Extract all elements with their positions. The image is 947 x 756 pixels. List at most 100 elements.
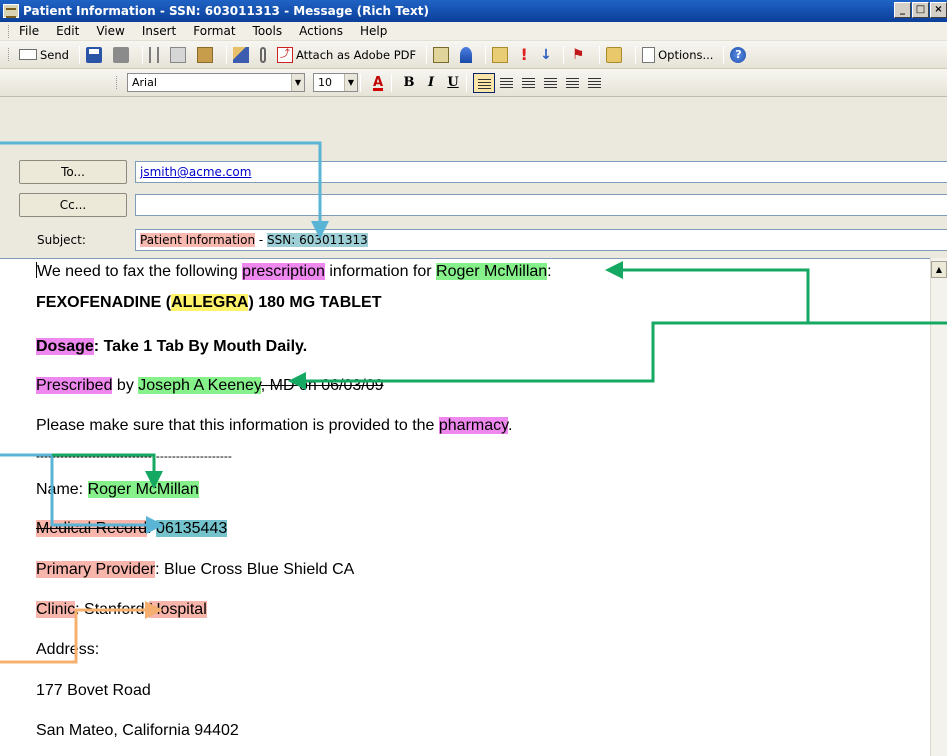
- to-button[interactable]: To...: [19, 160, 127, 184]
- send-button[interactable]: Send: [19, 48, 69, 62]
- body-text: by: [112, 377, 139, 394]
- paste-button[interactable]: [196, 46, 216, 63]
- importance-high-button[interactable]: !: [519, 46, 532, 63]
- body-text: FEXOFENADINE (: [36, 294, 172, 311]
- printer-icon: [112, 46, 129, 63]
- copy-button[interactable]: [169, 46, 189, 63]
- highlight-medical-record-number: 06135443: [156, 520, 228, 537]
- body-text: ) 180 MG TABLET: [248, 294, 382, 311]
- window-controls: _ □ ×: [893, 2, 947, 18]
- move-folder-button[interactable]: [606, 46, 625, 63]
- menu-help[interactable]: Help: [360, 24, 387, 38]
- cc-button[interactable]: Cc...: [19, 193, 127, 217]
- maximize-button[interactable]: □: [912, 2, 929, 18]
- menu-insert[interactable]: Insert: [142, 24, 176, 38]
- message-body[interactable]: We need to fax the following prescriptio…: [0, 258, 930, 756]
- toolbar-separator: [466, 73, 467, 92]
- increase-indent-button[interactable]: [583, 73, 605, 93]
- subject-field[interactable]: Patient Information - SSN: 603011313: [135, 229, 947, 251]
- font-size-select[interactable]: 10 ▼: [313, 73, 358, 92]
- flag-button[interactable]: ⚑: [570, 47, 589, 63]
- low-importance-icon: ↓: [540, 46, 552, 63]
- toolbar-separator: [391, 73, 392, 92]
- body-text: :: [147, 520, 157, 537]
- menu-file[interactable]: File: [19, 24, 39, 38]
- check-names-button[interactable]: [460, 46, 475, 63]
- print-button[interactable]: [112, 46, 132, 63]
- menu-grip[interactable]: [8, 24, 11, 38]
- font-name-select[interactable]: Arial ▼: [127, 73, 305, 92]
- chevron-down-icon[interactable]: ▼: [291, 74, 304, 91]
- menu-view[interactable]: View: [96, 24, 124, 38]
- subject-highlight-title: Patient Information: [140, 233, 256, 247]
- to-field[interactable]: jsmith@acme.com: [135, 161, 947, 183]
- menu-actions[interactable]: Actions: [299, 24, 343, 38]
- save-icon: [85, 46, 102, 63]
- bullets-button[interactable]: [539, 73, 561, 93]
- cc-field[interactable]: [135, 194, 947, 216]
- toolbar-separator: [599, 45, 601, 64]
- body-line-prescriber: Prescribed by Joseph A Keeney, MD on 06/…: [36, 377, 384, 395]
- italic-button[interactable]: I: [420, 73, 442, 93]
- toolbar-separator: [225, 45, 227, 64]
- body-text: Please make sure that this information i…: [36, 417, 439, 434]
- save-button[interactable]: [85, 46, 105, 63]
- toolbar-grip[interactable]: [116, 76, 119, 89]
- font-color-button[interactable]: A: [367, 73, 389, 93]
- body-line-record: Medical Record: 06135443: [36, 520, 228, 538]
- font-name-value: Arial: [132, 76, 157, 89]
- message-icon: [3, 4, 19, 18]
- attach-file-button[interactable]: [259, 46, 269, 63]
- body-text: Name:: [36, 481, 88, 498]
- body-line-address-label: Address:: [36, 641, 100, 658]
- toolbar-separator: [141, 45, 143, 64]
- menu-edit[interactable]: Edit: [56, 24, 79, 38]
- adobe-pdf-icon: ⤴: [276, 46, 293, 63]
- vertical-scrollbar[interactable]: ▲: [930, 258, 947, 756]
- decrease-indent-icon: [565, 77, 579, 89]
- menu-format[interactable]: Format: [193, 24, 235, 38]
- address-book-button[interactable]: [433, 46, 452, 63]
- toolbar-grip[interactable]: [8, 48, 11, 61]
- font-size-value: 10: [318, 76, 332, 89]
- highlight-doctor-name: Joseph A Keeney: [138, 377, 261, 394]
- decrease-indent-button[interactable]: [561, 73, 583, 93]
- body-line-clinic: Clinic: Stanford Hospital: [36, 601, 207, 619]
- scissors-icon: [148, 46, 159, 63]
- attach-pdf-label: Attach as Adobe PDF: [295, 47, 417, 62]
- body-line-name: Name: Roger McMillan: [36, 481, 199, 499]
- scroll-up-arrow-icon[interactable]: ▲: [931, 261, 947, 278]
- menu-tools[interactable]: Tools: [253, 24, 283, 38]
- formatting-toolbar: Arial ▼ 10 ▼ A B I U: [0, 69, 947, 97]
- copy-icon: [169, 46, 186, 63]
- highlight-patient-name: Roger McMillan: [87, 481, 199, 498]
- align-center-button[interactable]: [495, 73, 517, 93]
- highlight-clinic: Clinic: [36, 601, 76, 618]
- highlight-pharmacy: pharmacy: [438, 417, 508, 434]
- format-painter-button[interactable]: [232, 46, 252, 63]
- body-line-address-1: 177 Bovet Road: [36, 682, 151, 699]
- highlight-primary-provider: Primary Provider: [36, 561, 156, 578]
- minimize-button[interactable]: _: [894, 2, 911, 18]
- toolbar-separator: [563, 45, 565, 64]
- align-left-button[interactable]: [473, 72, 495, 93]
- underline-button[interactable]: U: [442, 73, 464, 93]
- importance-low-button[interactable]: ↓: [540, 47, 553, 63]
- close-button[interactable]: ×: [930, 2, 947, 18]
- to-recipient[interactable]: jsmith@acme.com: [140, 165, 251, 179]
- align-right-button[interactable]: [517, 73, 539, 93]
- bold-button[interactable]: B: [398, 73, 420, 93]
- follow-up-button[interactable]: [492, 46, 511, 63]
- body-line-intro: We need to fax the following prescriptio…: [36, 262, 552, 281]
- highlight-hospital: Hospital: [148, 601, 207, 618]
- align-center-icon: [499, 77, 513, 89]
- attach-pdf-button[interactable]: ⤴ Attach as Adobe PDF: [276, 46, 417, 63]
- help-button[interactable]: ?: [730, 46, 749, 63]
- envelope-icon: [19, 49, 37, 60]
- chevron-down-icon[interactable]: ▼: [344, 74, 357, 91]
- address-book-icon: [433, 46, 450, 63]
- cut-button[interactable]: [148, 46, 162, 63]
- increase-indent-icon: [587, 77, 601, 89]
- folder-icon: [606, 46, 623, 63]
- options-button[interactable]: Options...: [642, 46, 713, 63]
